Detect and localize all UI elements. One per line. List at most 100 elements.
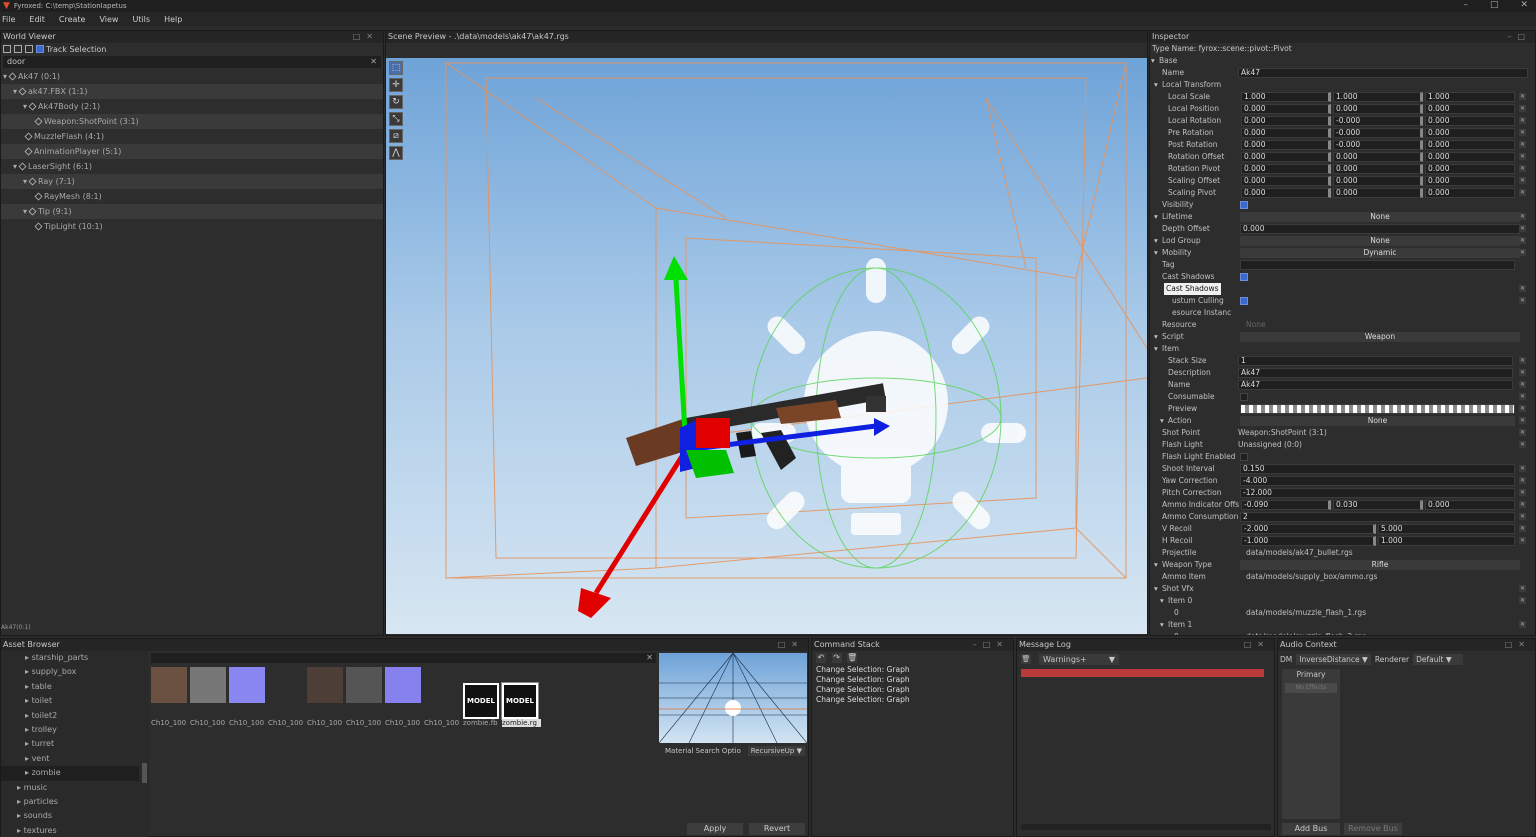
select-tool-icon[interactable]: ⬚: [389, 61, 403, 75]
reset-property-icon[interactable]: ✕: [1519, 429, 1526, 436]
world-viewer-search-input[interactable]: door ✕: [3, 56, 381, 68]
tree-item[interactable]: MuzzleFlash (4:1): [1, 129, 383, 144]
pitch-correction-field[interactable]: -12.000: [1240, 488, 1515, 498]
consumable-checkbox[interactable]: [1240, 393, 1248, 401]
folder-item[interactable]: ▸ turret: [1, 737, 149, 751]
clear-icon[interactable]: 🗑: [847, 653, 857, 663]
reset-property-icon[interactable]: ✕: [1519, 501, 1526, 508]
script-dropdown[interactable]: Weapon: [1240, 332, 1520, 342]
expand-arrow-icon[interactable]: ▾: [1154, 235, 1158, 247]
y-field[interactable]: -0.000: [1333, 116, 1423, 126]
expand-arrow-icon[interactable]: ▾: [1151, 55, 1155, 67]
folder-item[interactable]: ▸ starship_parts: [1, 651, 149, 665]
command-item[interactable]: Change Selection: Graph: [816, 685, 1013, 695]
tree-item[interactable]: RayMesh (8:1): [1, 189, 383, 204]
reset-property-icon[interactable]: ✕: [1519, 237, 1526, 244]
command-item[interactable]: Change Selection: Graph: [816, 675, 1013, 685]
reset-property-icon[interactable]: ✕: [1519, 225, 1526, 232]
frustum-culling-checkbox[interactable]: [1240, 297, 1248, 305]
y-field[interactable]: 0.000: [1333, 164, 1423, 174]
expand-arrow-icon[interactable]: ▾: [1154, 247, 1158, 259]
folder-scrollbar[interactable]: [142, 763, 147, 783]
cast-shadows-checkbox[interactable]: [1240, 273, 1248, 281]
model-asset-icon[interactable]: MODEL: [501, 682, 539, 720]
expand-arrow-icon[interactable]: ▾: [23, 102, 27, 111]
tag-field[interactable]: [1240, 260, 1515, 270]
reset-property-icon[interactable]: ✕: [1519, 465, 1526, 472]
collapse-all-icon[interactable]: [14, 45, 22, 53]
panel-buttons[interactable]: –□: [1507, 31, 1531, 43]
renderer-dropdown[interactable]: Default ▼: [1413, 653, 1464, 665]
x-field[interactable]: 0.000: [1241, 128, 1331, 138]
log-filter-dropdown[interactable]: Warnings+ ▼: [1039, 653, 1119, 665]
action-dropdown[interactable]: None: [1240, 416, 1515, 426]
dm-dropdown[interactable]: InverseDistance ▼: [1296, 653, 1371, 665]
expand-arrow-icon[interactable]: ▾: [1160, 415, 1164, 427]
asset-search-input[interactable]: ✕: [151, 653, 656, 663]
lifetime-dropdown[interactable]: None: [1240, 212, 1520, 222]
tree-item[interactable]: ▾ Ak47 (0:1): [1, 69, 383, 84]
scene-viewport[interactable]: [386, 58, 1147, 634]
folder-item[interactable]: ▸ sounds: [1, 809, 149, 823]
reset-property-icon[interactable]: ✕: [1519, 369, 1526, 376]
reset-property-icon[interactable]: ✕: [1519, 381, 1526, 388]
reset-property-icon[interactable]: ✕: [1519, 105, 1526, 112]
expand-arrow-icon[interactable]: ▾: [1154, 583, 1158, 595]
locate-icon[interactable]: [25, 45, 33, 53]
menu-utils[interactable]: Utils: [132, 15, 150, 24]
x-field[interactable]: 0.000: [1241, 140, 1331, 150]
visibility-checkbox[interactable]: [1240, 201, 1248, 209]
reset-property-icon[interactable]: ✕: [1519, 597, 1526, 604]
ammo-consumption-field[interactable]: 2: [1240, 512, 1515, 522]
max-field[interactable]: 5.000: [1378, 524, 1515, 534]
add-bus-button[interactable]: Add Bus: [1282, 823, 1340, 835]
asset-thumbnail[interactable]: [190, 667, 226, 703]
reset-property-icon[interactable]: ✕: [1519, 165, 1526, 172]
panel-buttons[interactable]: □✕: [1244, 639, 1270, 651]
min-field[interactable]: -1.000: [1241, 536, 1376, 546]
asset-thumbnail[interactable]: [268, 667, 304, 703]
expand-all-icon[interactable]: [3, 45, 11, 53]
navmesh-tool-icon[interactable]: ⧄: [389, 129, 403, 143]
folder-item[interactable]: ▸ zombie: [1, 766, 139, 781]
z-field[interactable]: 0.000: [1425, 500, 1515, 510]
reset-property-icon[interactable]: ✕: [1519, 357, 1526, 364]
z-field[interactable]: 0.000: [1425, 140, 1515, 150]
menu-file[interactable]: File: [2, 15, 15, 24]
asset-thumbnail[interactable]: [151, 667, 187, 703]
reset-property-icon[interactable]: ✕: [1519, 489, 1526, 496]
reset-property-icon[interactable]: ✕: [1519, 405, 1526, 412]
x-field[interactable]: 0.000: [1241, 164, 1331, 174]
asset-thumbnail[interactable]: [229, 667, 265, 703]
menu-view[interactable]: View: [99, 15, 118, 24]
clear-asset-search-icon[interactable]: ✕: [646, 653, 653, 663]
folder-item[interactable]: ▸ toilet: [1, 694, 149, 708]
revert-button[interactable]: Revert: [749, 823, 805, 835]
tree-item[interactable]: ▾ Tip (9:1): [1, 204, 383, 219]
expand-arrow-icon[interactable]: ▾: [1154, 211, 1158, 223]
panel-buttons[interactable]: –□✕: [973, 639, 1009, 651]
clear-search-icon[interactable]: ✕: [370, 56, 377, 68]
z-field[interactable]: 0.000: [1425, 152, 1515, 162]
z-field[interactable]: 0.000: [1425, 128, 1515, 138]
reset-property-icon[interactable]: ✕: [1519, 417, 1526, 424]
expand-arrow-icon[interactable]: ▾: [3, 72, 7, 81]
preview-texture[interactable]: [1240, 404, 1515, 414]
folder-item[interactable]: ▸ music: [1, 781, 149, 795]
rotate-tool-icon[interactable]: ↻: [389, 95, 403, 109]
folder-item[interactable]: ▸ trolley: [1, 723, 149, 737]
reset-property-icon[interactable]: ✕: [1519, 93, 1526, 100]
tree-item[interactable]: TipLight (10:1): [1, 219, 383, 234]
clear-log-icon[interactable]: 🗑: [1021, 654, 1031, 664]
tree-item[interactable]: ▾ Ak47Body (2:1): [1, 99, 383, 114]
expand-arrow-icon[interactable]: ▾: [1160, 595, 1164, 607]
folder-item[interactable]: ▸ toilet2: [1, 709, 149, 723]
y-field[interactable]: 0.000: [1333, 152, 1423, 162]
reset-property-icon[interactable]: ✕: [1519, 621, 1526, 628]
depth-offset-field[interactable]: 0.000: [1240, 224, 1520, 234]
expand-arrow-icon[interactable]: ▾: [1154, 343, 1158, 355]
z-field[interactable]: 1.000: [1425, 92, 1515, 102]
reset-property-icon[interactable]: ✕: [1519, 141, 1526, 148]
reset-property-icon[interactable]: ✕: [1519, 525, 1526, 532]
item-name-field[interactable]: Ak47: [1238, 380, 1513, 390]
